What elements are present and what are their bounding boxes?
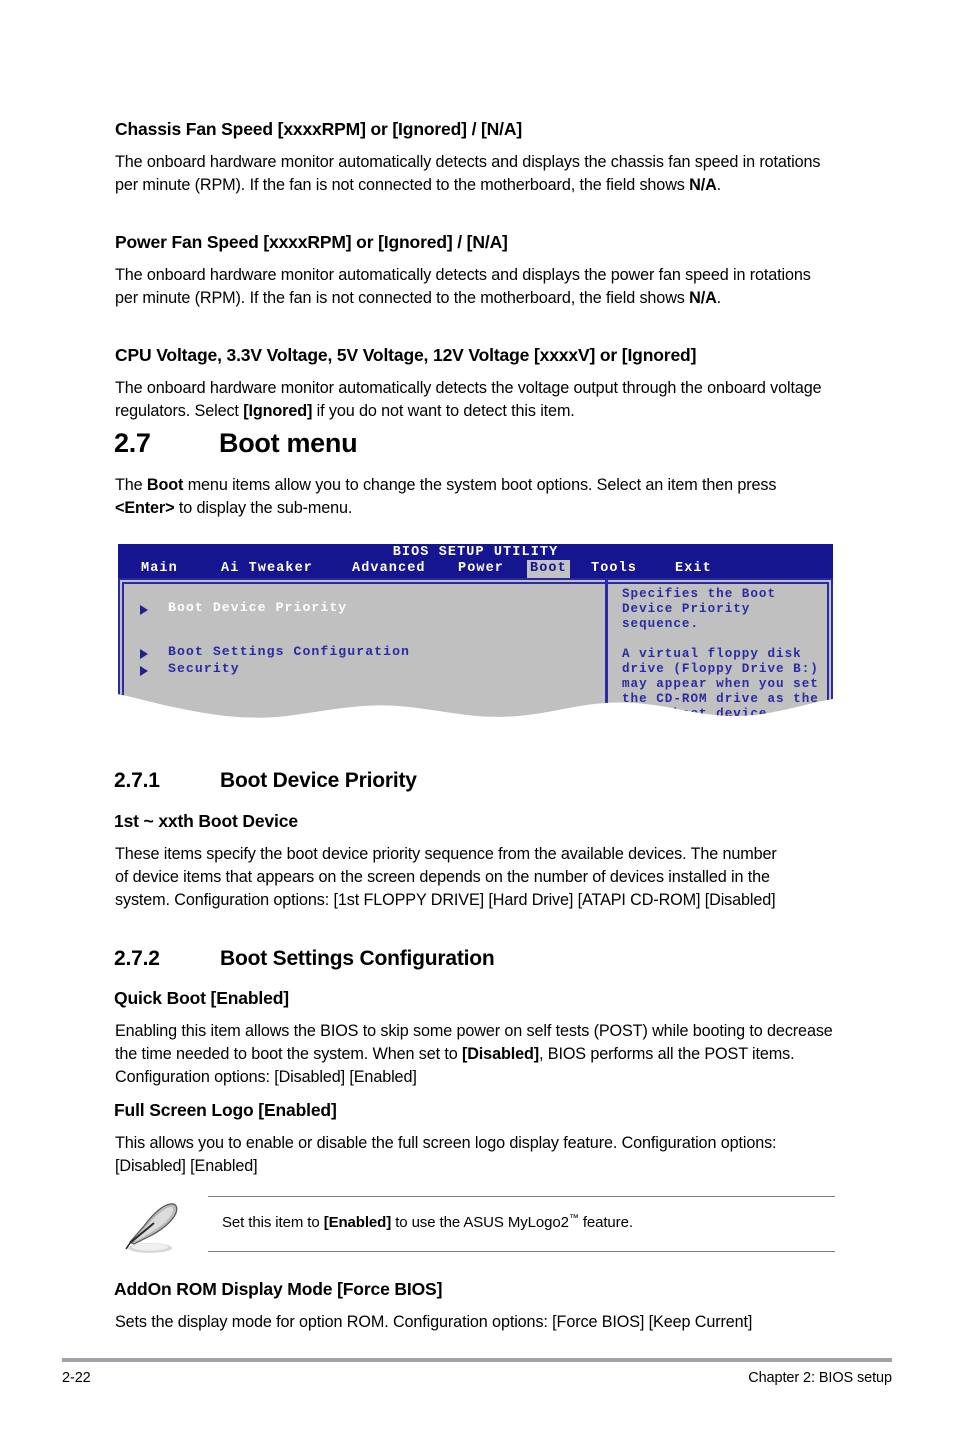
text-post: feature. — [578, 1214, 633, 1231]
document-page: Chassis Fan Speed [xxxxRPM] or [Ignored]… — [0, 0, 954, 1438]
heading-quick-boot: Quick Boot [Enabled] — [114, 988, 289, 1008]
trademark-symbol: ™ — [568, 1213, 579, 1224]
triangle-right-icon — [140, 605, 148, 615]
bios-item-boot-device-priority[interactable]: Boot Device Priority — [168, 600, 347, 615]
help-line: Specifies the Boot — [622, 587, 777, 601]
text-mid: menu items allow you to change the syste… — [183, 476, 777, 494]
text-bold: [Enabled] — [323, 1214, 392, 1231]
text-pre: The — [115, 476, 147, 494]
footer-rule — [62, 1358, 892, 1362]
bios-item-boot-settings-configuration[interactable]: Boot Settings Configuration — [168, 644, 410, 659]
bios-help-panel: Specifies the Boot Device Priority seque… — [608, 578, 833, 734]
heading-chassis-fan-speed: Chassis Fan Speed [xxxxRPM] or [Ignored]… — [115, 119, 523, 139]
bios-tab-main[interactable]: Main — [138, 560, 181, 578]
heading-cpu-voltage: CPU Voltage, 3.3V Voltage, 5V Voltage, 1… — [115, 345, 697, 365]
text-post: to display the sub-menu. — [174, 499, 353, 518]
note-bottom-rule — [208, 1251, 835, 1252]
note-pencil-icon — [124, 1196, 186, 1254]
help-line: Device Priority — [622, 602, 751, 616]
help-line: first boot device. — [622, 707, 777, 721]
section-title: Boot menu — [219, 428, 358, 458]
text-bold: [Disabled] — [461, 1045, 540, 1064]
bios-tab-tools[interactable]: Tools — [588, 560, 640, 578]
bios-tab-advanced[interactable]: Advanced — [349, 560, 429, 578]
text-bold: N/A — [689, 176, 717, 195]
section-heading-boot-settings-configuration: 2.7.2 Boot Settings Configuration — [114, 947, 495, 971]
section-heading-boot-menu: 2.7 Boot menu — [114, 428, 358, 459]
section-title: Boot Device Priority — [220, 769, 417, 792]
heading-full-screen-logo: Full Screen Logo [Enabled] — [114, 1100, 337, 1120]
text-post: if you do not want to detect this item. — [312, 402, 575, 421]
text-bold-boot: Boot — [146, 476, 184, 494]
paragraph-chassis-fan-speed: The onboard hardware monitor automatical… — [115, 151, 831, 197]
footer-page-number: 2-22 — [62, 1370, 91, 1386]
triangle-right-icon — [140, 666, 148, 676]
paragraph-addon-rom: Sets the display mode for option ROM. Co… — [115, 1313, 753, 1331]
paragraph-cpu-voltage: The onboard hardware monitor automatical… — [115, 377, 837, 423]
text-mid: to use the ASUS MyLogo2 — [391, 1214, 569, 1231]
triangle-right-icon — [140, 649, 148, 659]
help-line: may appear when you set — [622, 677, 819, 691]
paragraph-full-screen-logo: This allows you to enable or disable the… — [115, 1134, 777, 1176]
help-line: A virtual floppy disk — [622, 647, 802, 661]
text-post: . — [716, 176, 722, 195]
heading-1st-xxth-boot-device: 1st ~ xxth Boot Device — [114, 811, 298, 831]
note-box: Set this item to [Enabled] to use the AS… — [208, 1196, 835, 1252]
bios-tab-boot[interactable]: Boot — [527, 560, 570, 578]
bios-menu-list: Boot Device Priority Boot Settings Confi… — [118, 578, 605, 734]
section-number: 2.7 — [114, 428, 151, 458]
bios-tab-ai-tweaker[interactable]: Ai Tweaker — [218, 560, 316, 578]
section-title: Boot Settings Configuration — [220, 947, 495, 970]
note-top-rule — [208, 1196, 835, 1197]
bios-item-security[interactable]: Security — [168, 661, 240, 676]
section-number: 2.7.1 — [114, 769, 160, 792]
help-line: the CD-ROM drive as the — [622, 692, 819, 706]
section-heading-boot-device-priority: 2.7.1 Boot Device Priority — [114, 769, 417, 793]
bios-tab-power[interactable]: Power — [455, 560, 507, 578]
bios-menu-tabs: Main Ai Tweaker Advanced Power Boot Tool… — [118, 560, 833, 578]
text-bold-enter: <Enter> — [115, 499, 175, 518]
text-bold: [Ignored] — [243, 402, 313, 421]
bios-setup-screenshot: BIOS SETUP UTILITY Main Ai Tweaker Advan… — [118, 544, 833, 734]
bios-utility-title: BIOS SETUP UTILITY — [392, 545, 559, 560]
text-post: . — [716, 289, 722, 308]
paragraph-power-fan-speed: The onboard hardware monitor automatical… — [115, 264, 831, 310]
footer-chapter-label: Chapter 2: BIOS setup — [748, 1370, 892, 1386]
help-line: sequence. — [622, 617, 700, 631]
text-pre: Set this item to — [222, 1214, 324, 1231]
paragraph-quick-boot: Enabling this item allows the BIOS to sk… — [115, 1020, 833, 1090]
heading-addon-rom-display-mode: AddOn ROM Display Mode [Force BIOS] — [114, 1279, 443, 1299]
note-text: Set this item to [Enabled] to use the AS… — [222, 1213, 633, 1231]
paragraph-boot-menu-intro: The Boot menu items allow you to change … — [115, 474, 815, 520]
heading-power-fan-speed: Power Fan Speed [xxxxRPM] or [Ignored] /… — [115, 232, 508, 252]
paragraph-boot-device-priority: These items specify the boot device prio… — [115, 845, 777, 910]
text-bold: N/A — [689, 289, 717, 308]
bios-tab-exit[interactable]: Exit — [672, 560, 715, 578]
help-line: drive (Floppy Drive B:) — [622, 662, 819, 676]
section-number: 2.7.2 — [114, 947, 160, 970]
